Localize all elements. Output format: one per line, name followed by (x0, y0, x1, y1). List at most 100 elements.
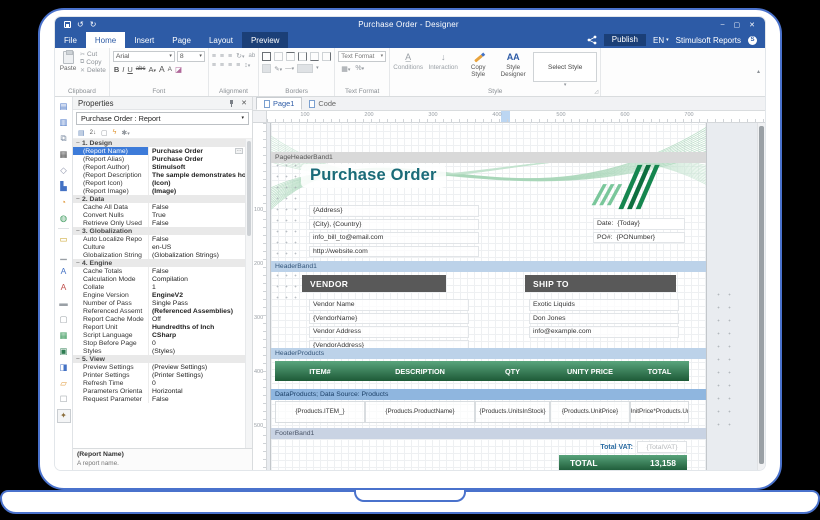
delete-button[interactable]: ✕Delete (80, 67, 106, 74)
align-center-icon[interactable]: ≡ (220, 62, 224, 69)
tools-icon[interactable]: ✦ (57, 409, 71, 423)
property-row[interactable]: Retrieve Only Used False ⋯ (73, 219, 245, 227)
border-top-icon[interactable] (286, 52, 295, 61)
language-selector[interactable]: EN ▾ (653, 36, 669, 45)
text-field[interactable]: http://website.com (309, 246, 479, 258)
property-row[interactable]: Report Cache Mode Off ⋯ (73, 315, 245, 323)
property-row[interactable]: Request Parameter False ⋯ (73, 395, 245, 403)
page-header-band[interactable]: PageHeaderBand1 (271, 152, 706, 163)
align-bottom-icon[interactable]: ≡ (228, 53, 232, 60)
property-row[interactable]: Parameters Orienta Horizontal ⋯ (73, 387, 245, 395)
gauge-icon[interactable]: ◔ (56, 194, 71, 210)
copy-button[interactable]: ⧉Copy (80, 59, 106, 66)
report-page[interactable]: PageHeaderBand1 Purchase Order (270, 123, 707, 470)
map-icon[interactable]: ◍ (56, 210, 71, 226)
text-field[interactable]: Vendor Name (309, 299, 469, 311)
property-row[interactable]: Convert Nulls True ⋯ (73, 211, 245, 219)
property-row[interactable]: 4. Engine ⋯ (73, 259, 245, 267)
property-row[interactable]: Printer Settings (Printer Settings) ⋯ (73, 371, 245, 379)
cut-button[interactable]: ✂Cut (80, 51, 106, 58)
text-field[interactable]: {City}, {Country} (309, 219, 479, 231)
fill-color-icon[interactable] (262, 64, 271, 73)
general-format-button[interactable]: ▦▾ (341, 65, 350, 73)
align-right-icon[interactable]: ≡ (228, 62, 232, 69)
italic-button[interactable]: I (122, 65, 124, 74)
underline-button[interactable]: U (127, 65, 132, 74)
ribbon-tab[interactable]: Preview (242, 32, 288, 48)
text-box-icon[interactable]: A (56, 263, 71, 279)
table-header-cell[interactable]: ITEM# (275, 367, 365, 376)
shrink-font-button[interactable]: A (168, 66, 172, 73)
po-number-field[interactable]: PO#: {PONumber} (593, 232, 685, 244)
ribbon-collapse-icon[interactable]: ▴ (757, 68, 760, 75)
style-designer-button[interactable]: AA Style Designer (498, 52, 528, 78)
text-field[interactable]: {Address} (309, 205, 479, 217)
text-field[interactable]: Vendor Address (309, 326, 469, 338)
text-field[interactable]: info_bill_to@email.com (309, 232, 479, 244)
property-row[interactable]: Number of Pass Single Pass ⋯ (73, 299, 245, 307)
text-icon[interactable]: ▭ (56, 231, 71, 247)
property-row[interactable]: Culture en-US ⋯ (73, 243, 245, 251)
report-title-field[interactable]: Purchase Order (301, 164, 446, 188)
property-row[interactable]: Auto Localize Repo False ⋯ (73, 235, 245, 243)
table-icon[interactable]: ▦ (56, 327, 71, 343)
vendor-header-field[interactable]: VENDOR (302, 275, 446, 292)
page-tab[interactable]: Page1 (256, 97, 302, 110)
band-icon[interactable]: ▥ (56, 114, 71, 130)
save-icon[interactable] (64, 21, 71, 28)
component-selector[interactable]: Purchase Order : Report ▾ (76, 112, 249, 125)
property-row[interactable]: Engine Version EngineV2 ⋯ (73, 291, 245, 299)
table-header-cell[interactable]: UNITY PRICE (550, 367, 630, 376)
table-header-cell[interactable]: QTY (475, 367, 550, 376)
rich-text-icon[interactable]: A (56, 279, 71, 295)
text-field[interactable]: {VendorName} (309, 313, 469, 325)
ribbon-tab[interactable]: File (55, 32, 86, 48)
strikethrough-button[interactable]: abc (136, 66, 146, 72)
pin-icon[interactable] (228, 100, 235, 107)
property-row[interactable]: Styles (Styles) ⋯ (73, 347, 245, 355)
text-field[interactable]: Don Jones (529, 313, 679, 325)
ship-to-header-field[interactable]: SHIP TO (525, 275, 676, 292)
property-row[interactable]: (Report Author) Stimulsoft ⋯ (73, 163, 245, 171)
property-row[interactable]: (Report Image) (Image) ⋯ (73, 187, 245, 195)
barcode-icon[interactable]: ▦ (56, 146, 71, 162)
scrollbar-thumb[interactable] (247, 141, 251, 236)
zip-code-icon[interactable]: ▱ (56, 375, 71, 391)
bold-button[interactable]: B (114, 65, 119, 74)
page-break-icon[interactable]: ▢ (56, 311, 71, 327)
property-row[interactable]: Collate 1 ⋯ (73, 283, 245, 291)
cross-band-icon[interactable]: ⧉ (56, 130, 71, 146)
panel-close-icon[interactable]: ✕ (241, 99, 247, 107)
property-row[interactable]: 5. View ⋯ (73, 355, 245, 363)
table-header-cell[interactable]: TOTAL (630, 367, 689, 376)
ribbon-tab[interactable]: Insert (125, 32, 163, 48)
table-header-cell[interactable]: DESCRIPTION (365, 367, 475, 376)
align-top-icon[interactable]: ≡ (212, 53, 216, 60)
property-row[interactable]: Report Unit Hundredths of Inch ⋯ (73, 323, 245, 331)
total-vat-value-field[interactable]: {TotalVAT} (637, 441, 687, 453)
ribbon-tab[interactable]: Layout (200, 32, 242, 48)
events-icon[interactable]: ϟ (113, 129, 117, 136)
text-field[interactable]: Exotic Liquids (529, 299, 679, 311)
border-none-icon[interactable] (274, 52, 283, 61)
dialog-launcher-icon[interactable]: ◿ (594, 89, 598, 95)
number-format-button[interactable]: %▾ (355, 65, 364, 73)
font-size-select[interactable]: 8 ▾ (177, 51, 205, 62)
grow-font-button[interactable]: A (159, 64, 165, 74)
canvas-scrollbar[interactable] (757, 123, 765, 470)
component-icon[interactable]: ▤ (56, 98, 71, 114)
property-row[interactable]: (Report Icon) (Icon) ⋯ (73, 179, 245, 187)
ellipsis-button[interactable]: ⋯ (235, 148, 243, 154)
property-row[interactable]: (Report Alias) Purchase Order ⋯ (73, 155, 245, 163)
align-justify-icon[interactable]: ≡ (236, 62, 240, 69)
ribbon-tab[interactable]: Home (86, 32, 125, 48)
property-row[interactable]: (Report Name) Purchase Order ⋯ (73, 147, 245, 155)
publish-button[interactable]: Publish (604, 34, 646, 46)
property-row[interactable]: 2. Data ⋯ (73, 195, 245, 203)
data-cell[interactable]: {Products.ProductName} (365, 401, 475, 423)
data-cell[interactable]: {Products.ITEM_} (275, 401, 365, 423)
properties-scrollbar[interactable] (245, 139, 252, 448)
clear-format-button[interactable]: ◪ (175, 65, 182, 74)
total-vat-label[interactable]: Total VAT: (571, 442, 633, 453)
color-swatch[interactable] (297, 64, 313, 73)
